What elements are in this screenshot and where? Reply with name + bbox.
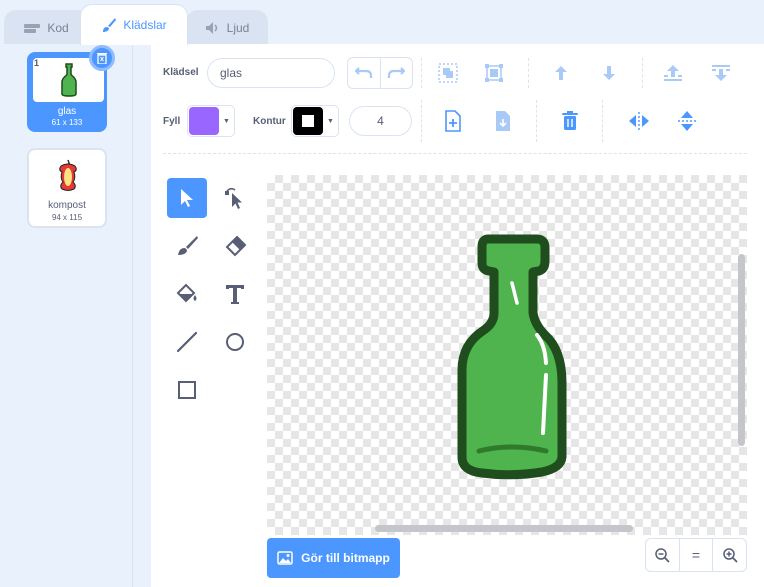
line-tool[interactable] <box>167 322 207 362</box>
ungroup-icon <box>485 64 503 82</box>
outline-label: Kontur <box>253 116 286 127</box>
flip-horizontal-icon <box>629 112 649 130</box>
costume-name: kompost <box>48 200 86 211</box>
undo-redo-group <box>347 57 413 89</box>
text-tool[interactable] <box>215 274 255 314</box>
zoom-reset-button[interactable]: = <box>678 539 713 571</box>
tab-sounds-label: Ljud <box>226 20 250 35</box>
select-tool[interactable] <box>167 178 207 218</box>
toolbar-separator <box>163 153 747 154</box>
tab-code-label: Kod <box>47 20 69 35</box>
outline-color-picker[interactable]: ▼ <box>291 105 339 137</box>
fill-tool[interactable] <box>167 274 207 314</box>
chevron-down-icon: ▼ <box>223 117 230 125</box>
canvas-horizontal-scrollbar[interactable] <box>375 525 633 532</box>
line-icon <box>176 331 198 353</box>
toolbar-divider <box>642 58 643 88</box>
brush-icon <box>178 236 198 255</box>
undo-button[interactable] <box>348 58 381 88</box>
drawing-canvas[interactable] <box>267 175 747 535</box>
toolbar-divider <box>421 100 422 142</box>
trash-icon <box>562 111 578 130</box>
image-icon <box>277 551 293 565</box>
arrow-up-icon <box>555 66 567 80</box>
rectangle-tool[interactable] <box>167 370 207 410</box>
costume-size: 94 x 115 <box>51 213 83 222</box>
arrow-down-icon <box>603 66 615 80</box>
zoom-out-icon <box>655 548 670 563</box>
tab-costumes[interactable]: Klädslar <box>80 4 188 45</box>
chevron-down-icon: ▼ <box>327 117 334 125</box>
rectangle-icon <box>178 381 196 399</box>
fill-label: Fyll <box>163 116 181 127</box>
fill-color-picker[interactable]: ▼ <box>187 105 235 137</box>
circle-tool[interactable] <box>215 322 255 362</box>
costume-name: glas <box>57 106 77 117</box>
paint-bucket-icon <box>176 283 197 303</box>
code-icon <box>24 23 41 33</box>
backward-button[interactable] <box>596 60 622 86</box>
fill-color-swatch <box>189 107 219 135</box>
tab-costumes-label: Klädslar <box>123 18 167 32</box>
delete-button[interactable] <box>557 108 583 134</box>
costume-number: 1 <box>34 58 40 68</box>
eraser-icon <box>225 235 247 257</box>
costume-size: 61 x 133 <box>51 118 83 127</box>
costume-list: 1 glas 61 x 133 2 kompost 94 x 115 <box>0 44 133 587</box>
flip-vertical-icon <box>678 111 696 131</box>
brush-icon <box>103 18 117 32</box>
convert-to-bitmap-label: Gör till bitmapp <box>301 551 390 565</box>
zoom-in-button[interactable] <box>712 539 746 571</box>
front-button[interactable] <box>660 60 686 86</box>
tab-code[interactable]: Kod <box>4 10 88 44</box>
outline-color-swatch <box>293 107 323 135</box>
undo-icon <box>354 67 372 78</box>
costume-name-label: Klädsel <box>163 67 199 78</box>
flip-horizontal-button[interactable] <box>626 108 652 134</box>
circle-icon <box>226 333 244 351</box>
costume-name-input[interactable]: glas <box>207 58 335 88</box>
toolbar-divider <box>528 58 529 88</box>
brush-tool[interactable] <box>167 226 207 266</box>
zoom-out-button[interactable] <box>646 539 679 571</box>
paint-editor: Klädsel glas Fyll ▼ Kontur ▼ 4 Gör till … <box>151 44 764 587</box>
flip-vertical-button[interactable] <box>674 108 700 134</box>
copy-icon <box>445 110 461 132</box>
zoom-in-icon <box>722 548 738 563</box>
toolbar-divider <box>421 58 422 88</box>
reshape-tool[interactable] <box>215 178 255 218</box>
convert-to-bitmap-button[interactable]: Gör till bitmapp <box>267 538 400 578</box>
paste-icon <box>496 111 510 131</box>
tab-sounds[interactable]: Ljud <box>186 10 268 44</box>
tab-bar: Kod Klädslar Ljud <box>0 0 764 45</box>
toolbar-divider <box>536 100 537 142</box>
costume-thumbnail <box>32 153 103 197</box>
toolbar-divider <box>602 100 603 142</box>
bring-to-front-icon <box>664 65 682 81</box>
trash-icon <box>97 53 107 64</box>
costume-item-kompost[interactable]: 2 kompost 94 x 115 <box>27 148 107 228</box>
cursor-icon <box>181 189 193 207</box>
zoom-controls: = <box>645 538 747 572</box>
costume-item-glas[interactable]: 1 glas 61 x 133 <box>27 45 115 132</box>
send-to-back-icon <box>712 65 730 81</box>
back-button[interactable] <box>708 60 734 86</box>
speaker-icon <box>205 21 217 34</box>
eraser-tool[interactable] <box>215 226 255 266</box>
reshape-icon <box>225 187 242 209</box>
delete-costume-button[interactable] <box>89 45 115 71</box>
outline-width-input[interactable]: 4 <box>349 106 412 136</box>
canvas-vertical-scrollbar[interactable] <box>738 254 745 446</box>
redo-button[interactable] <box>381 58 413 88</box>
group-button[interactable] <box>435 60 461 86</box>
bottle-drawing <box>457 234 567 480</box>
copy-button[interactable] <box>440 108 466 134</box>
forward-button[interactable] <box>548 60 574 86</box>
group-icon <box>438 63 458 83</box>
redo-icon <box>388 67 406 78</box>
text-icon <box>226 285 244 304</box>
paste-button[interactable] <box>490 108 516 134</box>
ungroup-button[interactable] <box>481 60 507 86</box>
